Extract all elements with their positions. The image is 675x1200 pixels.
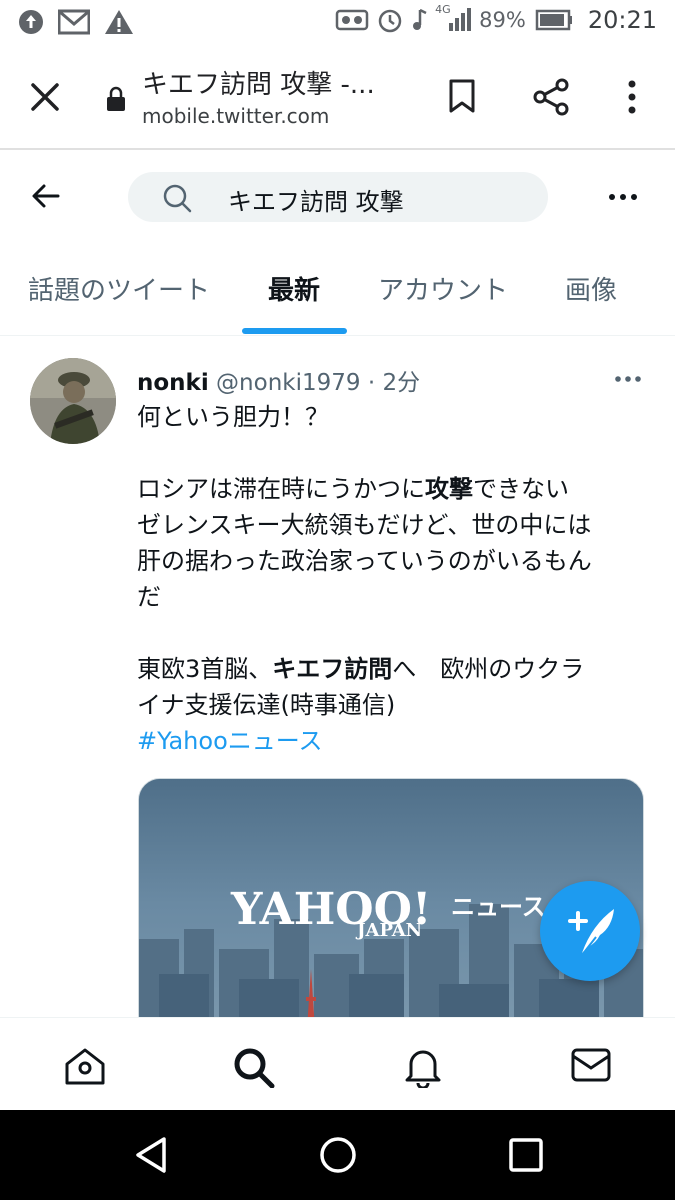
voicemail-icon (335, 9, 369, 31)
warning-icon (105, 10, 133, 34)
highlighted-term: キエフ訪問 (272, 655, 393, 683)
tab-images[interactable]: 画像 (565, 270, 617, 307)
battery-icon (535, 9, 572, 31)
status-bar: 4G 89% 20:21 (0, 0, 675, 46)
tweet-text: 何という胆力！？ ロシアは滞在時にうかつに攻撃できない ゼレンスキー大統領もだけ… (137, 399, 647, 759)
url-text[interactable]: mobile.twitter.com (142, 104, 329, 128)
system-recents-icon[interactable] (508, 1135, 544, 1175)
user-handle[interactable]: @nonki1979 (216, 370, 360, 396)
highlighted-term: 攻撃 (425, 475, 473, 503)
separator-dot: · (367, 370, 376, 396)
battery-percent: 89% (479, 8, 526, 32)
messages-mail-icon[interactable] (570, 1046, 612, 1084)
share-icon[interactable] (532, 78, 570, 116)
tab-latest[interactable]: 最新 (268, 270, 320, 307)
browser-toolbar: キエフ訪問 攻撃 -... mobile.twitter.com (0, 46, 675, 150)
bookmark-icon[interactable] (447, 78, 477, 114)
tweet-line: イナ支援伝達(時事通信) (137, 691, 396, 719)
tab-accounts[interactable]: アカウント (378, 270, 508, 307)
tweet-header: nonki @nonki1979 · 2分 (137, 363, 420, 397)
more-options-icon[interactable] (608, 192, 638, 202)
system-home-icon[interactable] (318, 1135, 358, 1175)
search-query: キエフ訪問 攻撃 (228, 188, 404, 216)
tab-top[interactable]: 話題のツイート (28, 270, 210, 307)
browser-menu-icon[interactable] (620, 78, 644, 116)
display-name[interactable]: nonki (137, 370, 209, 396)
card-logo-sub: JAPAN (355, 920, 422, 941)
search-tabs: 話題のツイート 最新 アカウント 画像 (0, 240, 675, 336)
search-icon (163, 184, 192, 213)
compose-tweet-button[interactable] (540, 881, 640, 981)
page-title: キエフ訪問 攻撃 -... (142, 70, 375, 100)
tweet-line: 肝の据わった政治家っていうのがいるもん (137, 547, 592, 575)
notifications-bell-icon[interactable] (402, 1046, 444, 1088)
home-icon[interactable] (63, 1046, 107, 1086)
search-input[interactable]: キエフ訪問 攻撃 (128, 172, 548, 222)
signal-icon: 4G (435, 3, 472, 33)
tweet-line: ロシアは滞在時にうかつに攻撃できない (137, 475, 569, 503)
lock-icon (107, 86, 125, 111)
bottom-nav (0, 1017, 675, 1109)
search-nav-icon[interactable] (232, 1046, 276, 1088)
tweet-line: だ (137, 583, 161, 611)
close-icon[interactable] (28, 80, 62, 114)
gmail-icon (58, 9, 90, 35)
clock: 20:21 (587, 6, 657, 34)
search-header: キエフ訪問 攻撃 (0, 152, 675, 240)
back-arrow-icon[interactable] (30, 180, 62, 212)
alarm-icon (378, 9, 402, 33)
system-back-icon[interactable] (133, 1135, 169, 1175)
tweet-line: ゼレンスキー大統領もだけど、世の中には (137, 511, 592, 539)
tweet-line: 何という胆力！？ (137, 403, 329, 431)
avatar[interactable] (30, 358, 116, 444)
music-icon (413, 8, 427, 30)
tweet-more-icon[interactable] (614, 375, 642, 383)
compose-quill-icon (568, 909, 614, 956)
tweet-line: 東欧3首脳、キエフ訪問へ 欧州のウクラ (137, 655, 585, 683)
active-tab-indicator (242, 328, 347, 334)
tweet-time[interactable]: 2分 (382, 370, 420, 396)
card-logo-news: ニュース (451, 893, 546, 921)
upload-icon (19, 10, 43, 34)
system-nav-bar (0, 1110, 675, 1200)
hashtag-link[interactable]: #Yahooニュース (137, 723, 647, 759)
